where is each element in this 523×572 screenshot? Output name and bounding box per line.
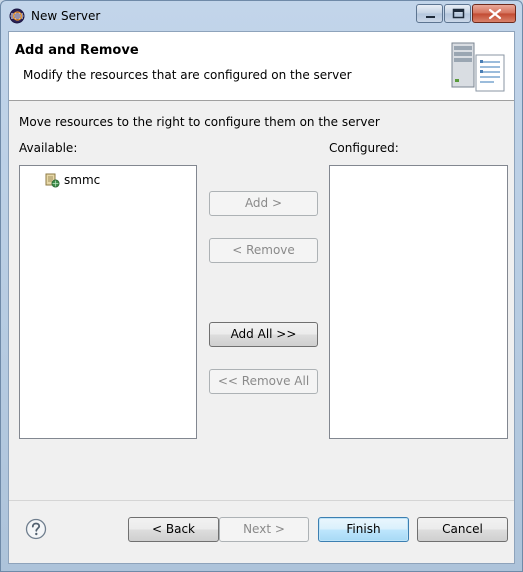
back-button[interactable]: < Back [128,517,219,542]
remove-button[interactable]: < Remove [209,238,318,263]
maximize-icon [452,8,465,19]
dialog-client-area: Add and Remove Modify the resources that… [8,31,515,564]
page-title: Add and Remove [15,43,139,58]
web-module-icon [45,173,60,188]
available-list[interactable]: smmc [19,165,197,439]
configured-label: Configured: [329,141,399,155]
minimize-button[interactable] [416,4,443,23]
next-button[interactable]: Next > [219,517,309,542]
add-button[interactable]: Add > [209,191,318,216]
page-description: Modify the resources that are configured… [23,68,352,82]
close-button[interactable] [472,4,516,23]
server-wizard-icon [451,42,505,92]
finish-button[interactable]: Finish [318,517,409,542]
remove-all-button[interactable]: << Remove All [209,369,318,394]
new-server-window: New Server Add and Remove Modify the res… [0,0,523,572]
instruction-text: Move resources to the right to configure… [19,115,380,129]
wizard-header: Add and Remove Modify the resources that… [9,32,514,101]
available-label: Available: [19,141,78,155]
cancel-button[interactable]: Cancel [417,517,508,542]
footer-separator [9,500,514,501]
list-item-label: smmc [64,173,101,187]
configured-list[interactable] [329,165,508,439]
eclipse-icon [9,8,25,24]
title-bar[interactable]: New Server [1,1,522,31]
window-title: New Server [31,9,101,23]
help-icon[interactable] [25,518,47,540]
list-item[interactable]: smmc [44,172,100,188]
maximize-button[interactable] [444,4,471,23]
minimize-icon [426,16,435,18]
add-all-button[interactable]: Add All >> [209,322,318,347]
close-icon [488,8,502,20]
